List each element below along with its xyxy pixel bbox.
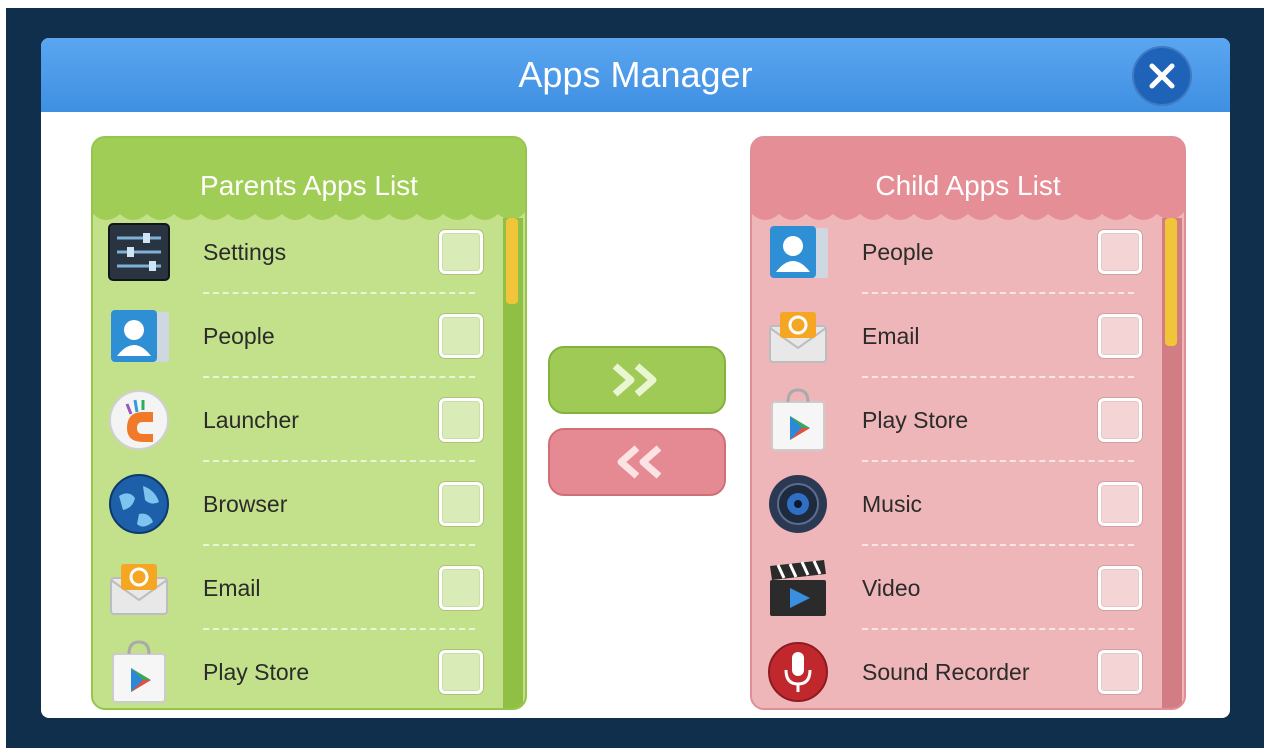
double-chevron-left-icon [617,445,662,479]
child-item-checkbox[interactable] [1098,566,1142,610]
parents-scrollbar-thumb[interactable] [506,218,518,304]
child-item-label: People [862,239,934,265]
child-list-item-sound-recorder[interactable]: Sound Recorder [752,630,1162,708]
video-icon [770,560,826,616]
child-item-checkbox[interactable] [1098,650,1142,694]
parents-scrollbar[interactable] [503,218,523,708]
play-store-icon [112,640,166,703]
child-item-label: Video [862,575,921,601]
close-icon [1149,63,1175,89]
people-icon [111,310,169,362]
child-item-label: Sound Recorder [862,659,1030,685]
parents-item-label: Browser [203,491,288,517]
child-item-checkbox[interactable] [1098,398,1142,442]
child-item-label: Music [862,491,923,517]
parents-item-label: Settings [203,239,287,265]
dialog-title: Apps Manager [518,54,753,95]
child-item-label: Play Store [862,407,969,433]
parents-list-item-settings[interactable]: Settings [93,210,503,294]
launcher-icon [109,390,169,450]
music-icon [769,475,827,533]
title-bar: Apps Manager [41,38,1230,112]
parents-list-item-people[interactable]: People [93,294,503,378]
email-icon [769,312,827,363]
child-item-checkbox[interactable] [1098,314,1142,358]
parents-item-label: Play Store [203,659,310,685]
parents-item-checkbox[interactable] [439,650,483,694]
move-to-parent-button[interactable] [548,428,726,496]
play-store-icon [771,388,825,451]
parents-apps-panel: Parents Apps List Settings People Launch… [91,136,527,710]
child-scrollbar[interactable] [1162,218,1182,708]
child-item-checkbox[interactable] [1098,482,1142,526]
parents-item-checkbox[interactable] [439,398,483,442]
parents-list-item-launcher[interactable]: Launcher [93,378,503,462]
child-list-item-video[interactable]: Video [752,546,1162,630]
apps-manager-dialog: Apps Manager Parents Apps List Settings … [41,38,1230,718]
move-to-child-button[interactable] [548,346,726,414]
child-apps-panel: Child Apps List People Email Play Store … [750,136,1186,710]
parents-item-checkbox[interactable] [439,314,483,358]
parents-list-item-browser[interactable]: Browser [93,462,503,546]
parents-item-label: People [203,323,275,349]
parents-item-checkbox[interactable] [439,566,483,610]
child-item-label: Email [862,323,920,349]
parents-list-item-email[interactable]: Email [93,546,503,630]
child-scrollbar-thumb[interactable] [1165,218,1177,346]
browser-icon [109,474,169,534]
child-item-checkbox[interactable] [1098,230,1142,274]
child-list-item-people[interactable]: People [752,210,1162,294]
child-list-item-email[interactable]: Email [752,294,1162,378]
people-icon [770,226,828,278]
email-icon [110,564,168,615]
parents-item-checkbox[interactable] [439,230,483,274]
parents-list-item-play-store[interactable]: Play Store [93,630,503,708]
double-chevron-right-icon [612,363,657,397]
settings-icon [108,223,170,281]
child-list-item-play-store[interactable]: Play Store [752,378,1162,462]
close-button[interactable] [1132,46,1192,106]
parents-item-checkbox[interactable] [439,482,483,526]
parents-item-label: Launcher [203,407,299,433]
parents-item-label: Email [203,575,261,601]
sound-recorder-icon [768,642,828,702]
child-list-item-music[interactable]: Music [752,462,1162,546]
